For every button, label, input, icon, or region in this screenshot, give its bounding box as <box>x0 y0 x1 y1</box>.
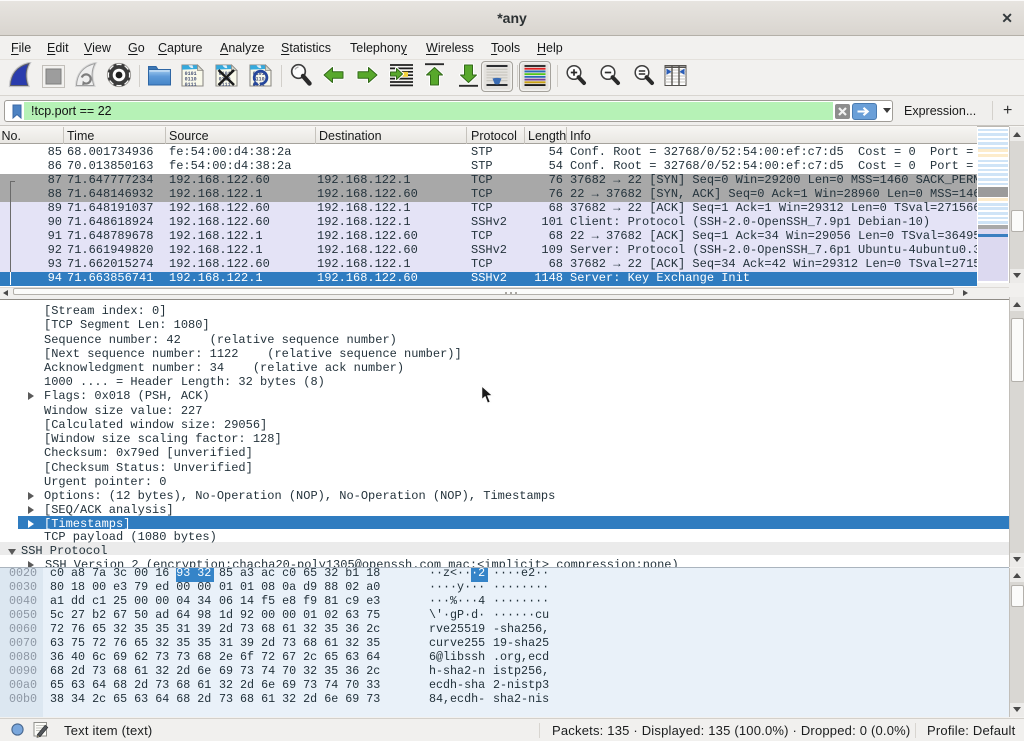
svg-text:0111: 0111 <box>185 82 197 87</box>
